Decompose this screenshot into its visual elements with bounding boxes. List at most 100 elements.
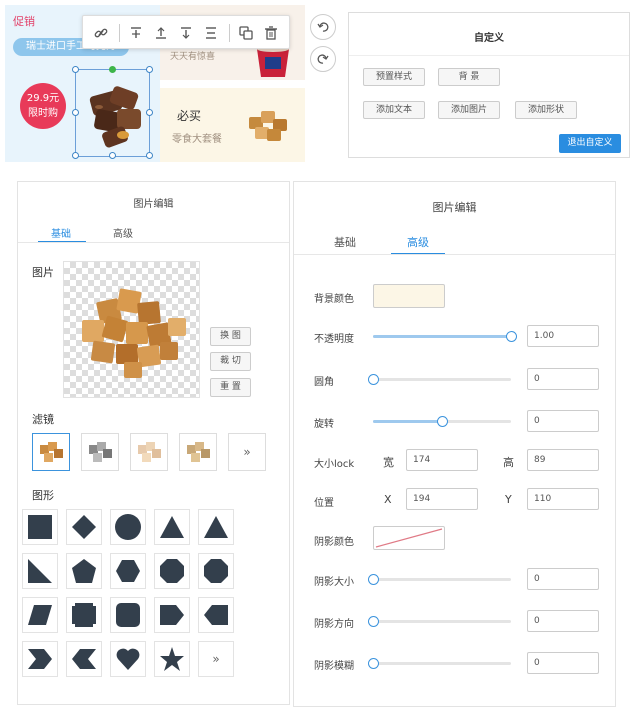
align-center-icon[interactable] <box>200 22 222 44</box>
shape-chevron-left[interactable] <box>66 641 102 677</box>
link-icon[interactable] <box>90 22 112 44</box>
radius-label: 圆角 <box>314 377 334 388</box>
y-input[interactable]: 110 <box>527 488 599 510</box>
preset-style-button[interactable]: 预置样式 <box>363 68 425 86</box>
shadow-size-input[interactable]: 0 <box>527 568 599 590</box>
add-image-button[interactable]: 添加图片 <box>438 101 500 119</box>
custom-title: 自定义 <box>474 33 504 44</box>
width-input[interactable]: 174 <box>406 449 478 471</box>
shape-rounded-square[interactable] <box>110 597 146 633</box>
shape-more-button[interactable]: » <box>198 641 234 677</box>
align-bottom-icon[interactable] <box>175 22 197 44</box>
size-lock-label[interactable]: 大小lock <box>314 455 354 470</box>
x-input[interactable]: 194 <box>406 488 478 510</box>
shape-tag-left[interactable] <box>198 597 234 633</box>
no-color-icon <box>375 528 443 548</box>
shape-triangle[interactable] <box>154 509 190 545</box>
shape-circle[interactable] <box>110 509 146 545</box>
rotate-label: 旋转 <box>314 419 334 430</box>
panel-title: 图片编辑 <box>133 199 174 210</box>
image-edit-basic-panel: 图片编辑 基础 高级 图片 换 图 裁 切 重 置 滤镜 » 图形 » <box>17 181 290 705</box>
rotate-slider-fill <box>373 420 442 423</box>
shape-chevron-right[interactable] <box>22 641 58 677</box>
shape-parallelogram[interactable] <box>22 597 58 633</box>
shape-right-triangle[interactable] <box>22 553 58 589</box>
custom-panel: 自定义 预置样式 背 景 添加文本 添加图片 添加形状 退出自定义 <box>348 12 630 158</box>
shadow-direction-slider[interactable] <box>368 616 511 627</box>
radius-input[interactable]: 0 <box>527 368 599 390</box>
shape-pentagon[interactable] <box>66 553 102 589</box>
rotate-handle[interactable] <box>109 66 116 73</box>
banner-canvas: 促销 瑞士进口手工巧克力 29.9元 限时购 天天有惊喜 必买 零食大套餐 <box>5 5 305 162</box>
resize-handle[interactable] <box>72 152 79 159</box>
rotate-slider-knob[interactable] <box>437 416 448 427</box>
divider <box>18 242 289 243</box>
bg-color-picker[interactable] <box>373 284 445 308</box>
image-edit-advanced-panel: 图片编辑 基础 高级 背景颜色 不透明度 1.00 圆角 0 旋转 0 大小lo… <box>293 181 616 707</box>
align-middle-icon[interactable] <box>150 22 172 44</box>
x-label: X <box>384 493 392 506</box>
add-text-button[interactable]: 添加文本 <box>363 101 425 119</box>
redo-button[interactable] <box>310 46 336 72</box>
shape-star[interactable] <box>154 641 190 677</box>
radius-slider[interactable] <box>368 374 511 385</box>
filter-grayscale[interactable] <box>81 433 119 471</box>
opacity-slider[interactable] <box>373 331 517 342</box>
image-preview[interactable] <box>63 261 200 398</box>
resize-handle[interactable] <box>72 109 79 116</box>
opacity-input[interactable]: 1.00 <box>527 325 599 347</box>
tab-basic[interactable]: 基础 <box>324 234 366 250</box>
undo-button[interactable] <box>310 14 336 40</box>
reset-button[interactable]: 重 置 <box>210 378 251 397</box>
shadow-size-slider[interactable] <box>368 574 511 585</box>
shadow-blur-slider-knob[interactable] <box>368 658 379 669</box>
shape-octagon[interactable] <box>198 553 234 589</box>
rotate-slider[interactable] <box>373 416 511 427</box>
resize-handle[interactable] <box>146 109 153 116</box>
opacity-slider-knob[interactable] <box>506 331 517 342</box>
resize-handle[interactable] <box>109 152 116 159</box>
resize-handle[interactable] <box>146 152 153 159</box>
shadow-size-slider-knob[interactable] <box>368 574 379 585</box>
copy-icon[interactable] <box>235 22 257 44</box>
position-label: 位置 <box>314 498 334 509</box>
radius-slider-knob[interactable] <box>368 374 379 385</box>
shadow-blur-slider[interactable] <box>368 658 511 669</box>
divider <box>294 254 615 255</box>
add-shape-button[interactable]: 添加形状 <box>515 101 577 119</box>
replace-image-button[interactable]: 换 图 <box>210 327 251 346</box>
tab-advanced[interactable]: 高级 <box>106 225 140 240</box>
shadow-direction-input[interactable]: 0 <box>527 610 599 632</box>
snack-subtitle: 零食大套餐 <box>172 134 222 145</box>
selection-box[interactable] <box>75 69 150 157</box>
shape-notched-square[interactable] <box>66 597 102 633</box>
filter-blur[interactable] <box>130 433 168 471</box>
resize-handle[interactable] <box>146 66 153 73</box>
align-top-icon[interactable] <box>125 22 147 44</box>
shape-hexagon[interactable] <box>110 553 146 589</box>
shape-heart[interactable] <box>110 641 146 677</box>
shape-tag-right[interactable] <box>154 597 190 633</box>
crop-button[interactable]: 裁 切 <box>210 352 251 371</box>
shadow-direction-slider-knob[interactable] <box>368 616 379 627</box>
shadow-color-picker[interactable] <box>373 526 445 550</box>
filter-original[interactable] <box>32 433 70 471</box>
resize-handle[interactable] <box>72 66 79 73</box>
height-label: 高 <box>503 456 514 469</box>
rotate-input[interactable]: 0 <box>527 410 599 432</box>
tab-advanced[interactable]: 高级 <box>397 234 439 250</box>
background-button[interactable]: 背 景 <box>438 68 500 86</box>
filter-sepia[interactable] <box>179 433 217 471</box>
shape-triangle-b[interactable] <box>198 509 234 545</box>
price-text: 29.9元 <box>26 93 60 104</box>
shadow-blur-input[interactable]: 0 <box>527 652 599 674</box>
dessert-subtitle: 天天有惊喜 <box>170 52 216 62</box>
height-input[interactable]: 89 <box>527 449 599 471</box>
shape-square[interactable] <box>22 509 58 545</box>
delete-icon[interactable] <box>260 22 282 44</box>
exit-custom-button[interactable]: 退出自定义 <box>559 134 621 153</box>
shape-octagon-l[interactable] <box>154 553 190 589</box>
shape-diamond[interactable] <box>66 509 102 545</box>
filter-more-button[interactable]: » <box>228 433 266 471</box>
tab-basic[interactable]: 基础 <box>44 225 78 240</box>
